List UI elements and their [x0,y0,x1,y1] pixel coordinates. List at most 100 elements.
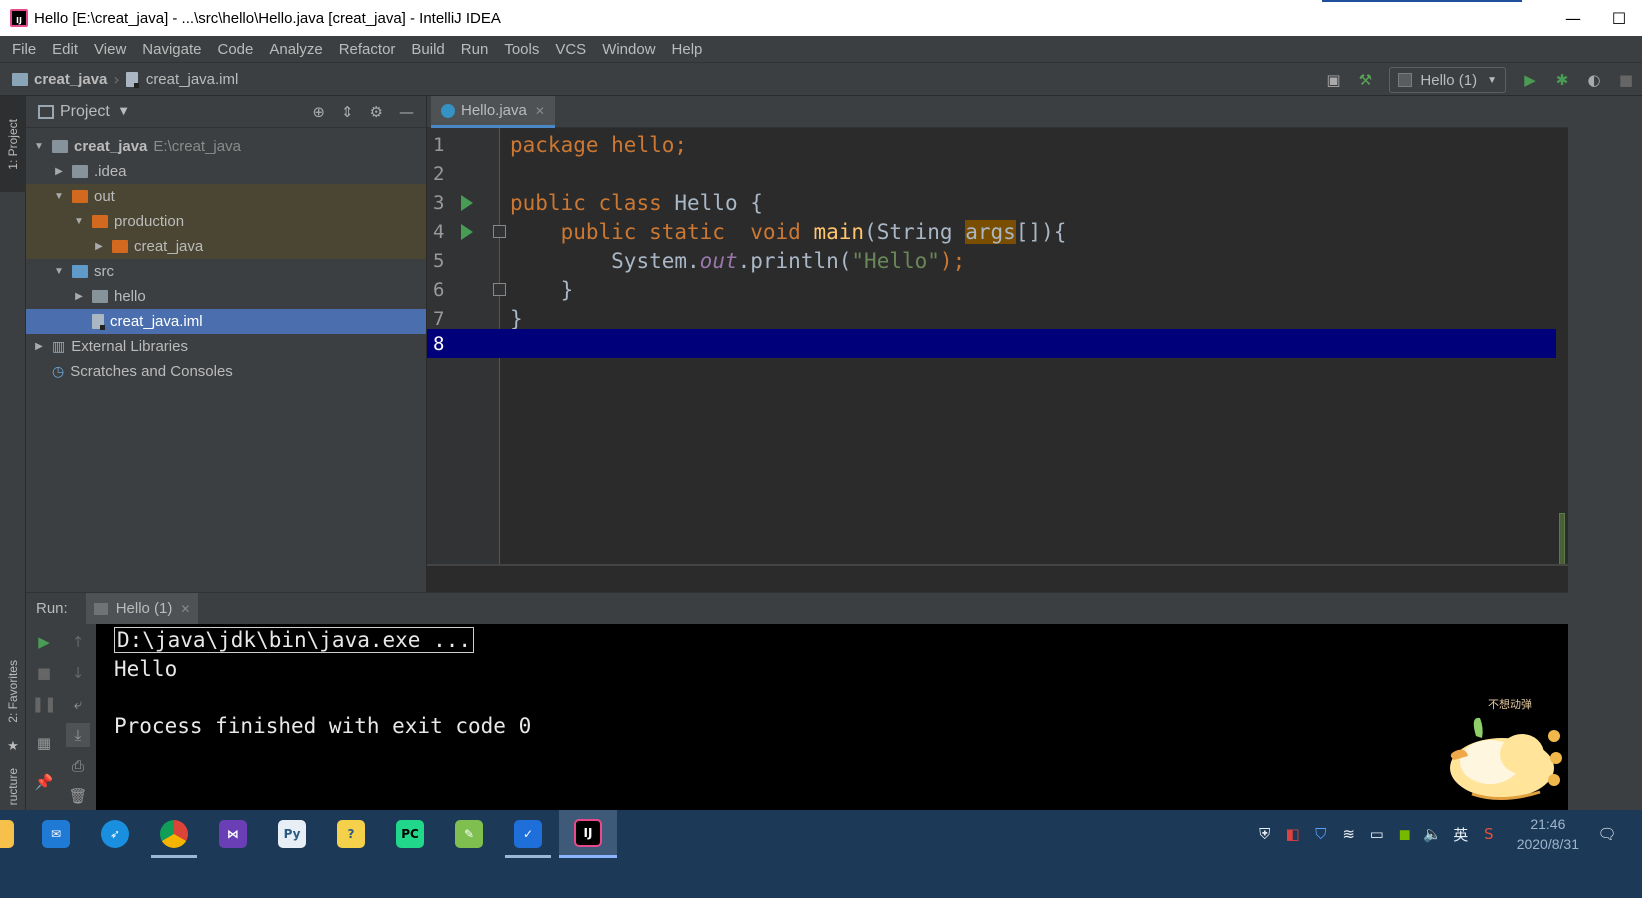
run-configuration-select[interactable]: Hello (1) ▼ [1389,67,1506,93]
defender-shield-icon[interactable]: ⛨ [1254,823,1276,845]
collapsed-arrow-icon[interactable]: ▶ [72,291,86,302]
rerun-icon[interactable]: ▶ [32,630,56,654]
menu-refactor[interactable]: Refactor [331,41,404,58]
sogou-input-icon[interactable]: S [1478,823,1500,845]
menu-analyze[interactable]: Analyze [261,41,330,58]
ime-indicator[interactable]: 英 [1450,823,1472,845]
tool-tab-project[interactable]: 1: Project [0,96,26,192]
battery-icon[interactable]: ▭ [1366,823,1388,845]
expanded-arrow-icon[interactable]: ▼ [52,191,66,202]
fold-marker-icon[interactable] [493,283,506,296]
current-code-line[interactable]: 8 [427,329,1568,358]
tree-node-production[interactable]: ▼ production [26,209,426,234]
taskbar-security[interactable]: ✓ [500,810,556,858]
stop-icon[interactable]: ■ [1615,69,1637,91]
expanded-arrow-icon[interactable]: ▼ [32,141,46,152]
code-line[interactable]: 6 } [427,275,1568,304]
stop-icon[interactable]: ■ [32,661,56,685]
collapse-all-icon[interactable]: ⇕ [341,103,354,121]
code-editor[interactable]: 1 package hello; 2 3 public class Hello … [427,128,1568,564]
chevron-down-icon[interactable]: ▼ [120,106,128,117]
taskbar-pycharm[interactable]: PC [382,810,438,858]
tool-tab-favorites[interactable]: 2: Favorites [0,646,26,736]
gear-icon[interactable]: ⚙ [370,103,383,121]
layout-icon[interactable]: ▣ [1322,69,1344,91]
tool-tab-structure[interactable]: ructure [0,764,26,810]
breadcrumb-file[interactable]: creat_java.iml [125,71,238,88]
hide-panel-icon[interactable]: — [399,103,414,121]
tree-node-idea[interactable]: ▶ .idea [26,159,426,184]
run-gutter-icon[interactable] [461,223,473,240]
layout-icon[interactable]: ▦ [32,731,56,755]
maximize-button[interactable]: ☐ [1596,0,1642,36]
taskbar-chrome[interactable] [146,810,202,858]
project-panel-title[interactable]: Project [60,103,110,121]
code-line[interactable]: 3 public class Hello { [427,188,1568,217]
nvidia-icon[interactable]: ◼ [1394,823,1416,845]
expanded-arrow-icon[interactable]: ▼ [52,266,66,277]
volume-icon[interactable]: 🔈 [1422,823,1444,845]
trash-icon[interactable]: 🗑 [66,784,90,808]
antivirus-icon[interactable]: ◧ [1282,823,1304,845]
menu-run[interactable]: Run [453,41,497,58]
taskbar-python-doc[interactable]: Py [264,810,320,858]
taskbar-notepad[interactable]: ✎ [441,810,497,858]
menu-edit[interactable]: Edit [44,41,86,58]
locate-target-icon[interactable]: ⊕ [312,103,325,121]
taskbar-explorer[interactable] [0,810,28,858]
run-gutter-icon[interactable] [461,194,473,211]
tree-node-external-libraries[interactable]: ▶ ▥ External Libraries [26,334,426,359]
menu-window[interactable]: Window [594,41,663,58]
code-line[interactable]: 5 System.out.println("Hello"); [427,246,1568,275]
console-command-line[interactable]: D:\java\jdk\bin\java.exe ... [114,627,475,653]
code-line[interactable]: 4 public static void main(String args[])… [427,217,1568,246]
taskbar-mail[interactable]: ✉ [28,810,84,858]
tree-node-iml-file[interactable]: creat_java.iml [26,309,426,334]
editor-scrollbar[interactable] [1556,128,1568,564]
breadcrumb-project[interactable]: creat_java [12,71,107,88]
taskbar-visual-studio[interactable]: ⋈ [205,810,261,858]
down-arrow-icon[interactable]: ↓ [66,661,90,685]
taskbar-intellij[interactable]: IJ [559,810,617,858]
tree-node-hello[interactable]: ▶ hello [26,284,426,309]
tree-node-project-root[interactable]: ▼ creat_java E:\creat_java [26,134,426,159]
code-line[interactable]: 1 package hello; [427,130,1568,159]
code-line[interactable]: 2 [427,159,1568,188]
menu-navigate[interactable]: Navigate [134,41,209,58]
expanded-arrow-icon[interactable]: ▼ [72,216,86,227]
minimize-button[interactable]: — [1550,0,1596,36]
tree-node-creat-java-output[interactable]: ▶ creat_java [26,234,426,259]
collapsed-arrow-icon[interactable]: ▶ [52,166,66,177]
clock[interactable]: 21:46 2020/8/31 [1517,814,1579,854]
print-icon[interactable]: ⎙ [66,754,90,778]
run-icon[interactable]: ▶ [1519,69,1541,91]
menu-view[interactable]: View [86,41,134,58]
notification-icon[interactable]: 🗨 [1596,823,1618,845]
taskbar-browser[interactable]: ➶ [87,810,143,858]
menu-tools[interactable]: Tools [496,41,547,58]
run-tab-hello[interactable]: Hello (1) ✕ [85,592,199,625]
close-icon[interactable]: ✕ [180,602,190,616]
close-icon[interactable]: ✕ [535,104,545,118]
soft-wrap-icon[interactable]: ⤶ [66,692,90,716]
debug-bug-icon[interactable]: ✱ [1551,69,1573,91]
up-arrow-icon[interactable]: ↑ [66,630,90,654]
collapsed-arrow-icon[interactable]: ▶ [92,241,106,252]
menu-build[interactable]: Build [403,41,452,58]
taskbar-python[interactable]: ? [323,810,379,858]
editor-tab-hello-java[interactable]: Hello.java ✕ [431,96,555,128]
security-shield-icon[interactable]: ⛉ [1310,823,1332,845]
collapsed-arrow-icon[interactable]: ▶ [32,341,46,352]
pause-icon[interactable]: ❚❚ [31,692,56,716]
menu-file[interactable]: File [4,41,44,58]
fold-marker-icon[interactable] [493,225,506,238]
tree-node-out[interactable]: ▼ out [26,184,426,209]
panel-splitter[interactable] [427,564,1568,592]
menu-code[interactable]: Code [209,41,261,58]
wifi-icon[interactable]: ≋ [1338,823,1360,845]
menu-help[interactable]: Help [664,41,711,58]
tree-node-src[interactable]: ▼ src [26,259,426,284]
run-console[interactable]: D:\java\jdk\bin\java.exe ... Hello Proce… [96,624,1568,810]
coverage-icon[interactable]: ◐ [1583,69,1605,91]
menu-vcs[interactable]: VCS [547,41,594,58]
